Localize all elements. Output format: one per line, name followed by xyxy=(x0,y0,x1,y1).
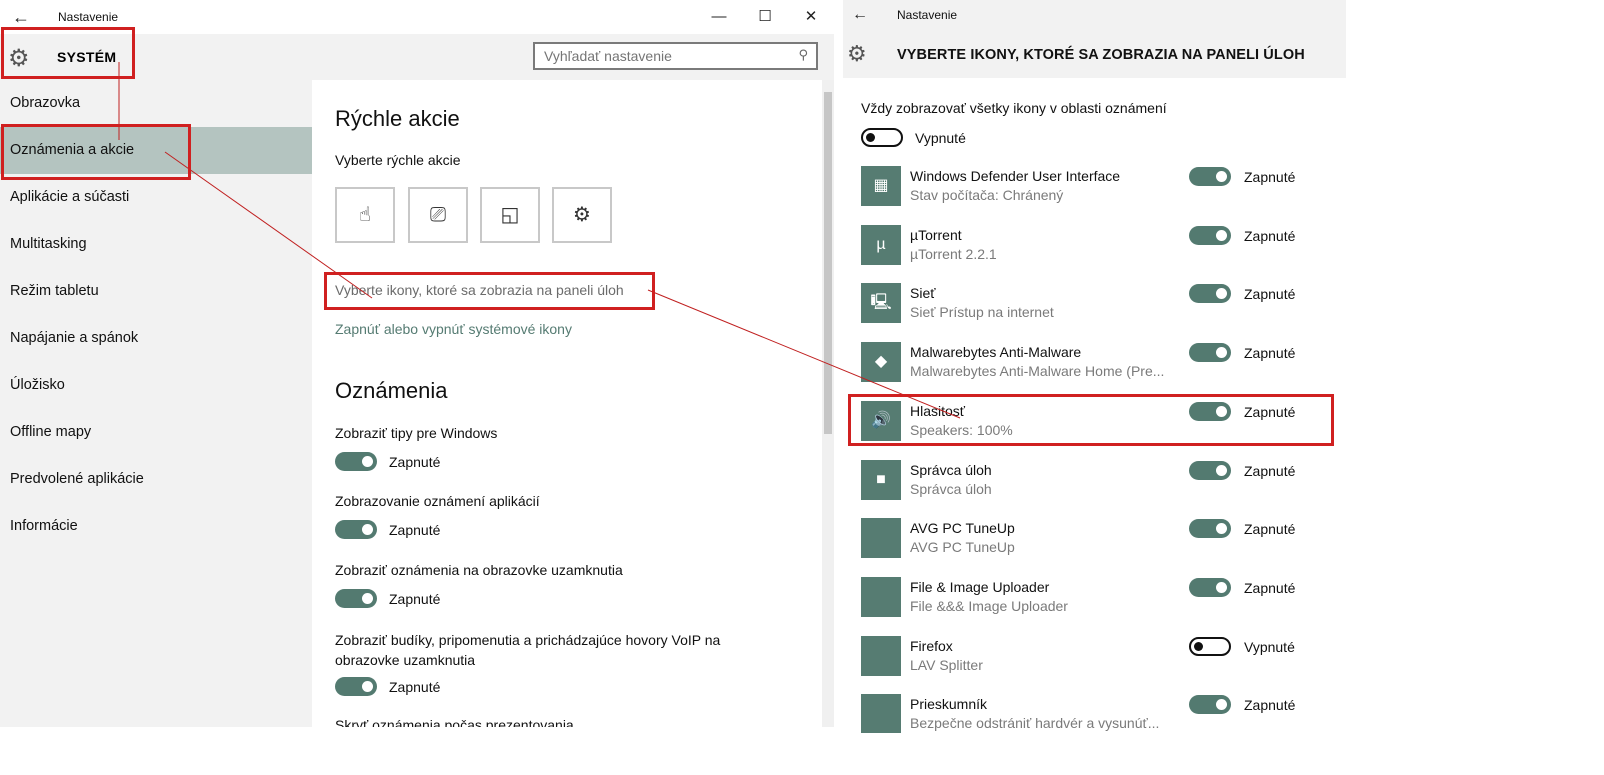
highlight-box-volume xyxy=(848,394,1334,446)
highlight-box-system xyxy=(1,27,135,79)
highlight-box-taskbar-link xyxy=(324,272,655,310)
annotation-overlay xyxy=(118,62,961,419)
highlight-box-notifications xyxy=(1,124,191,180)
